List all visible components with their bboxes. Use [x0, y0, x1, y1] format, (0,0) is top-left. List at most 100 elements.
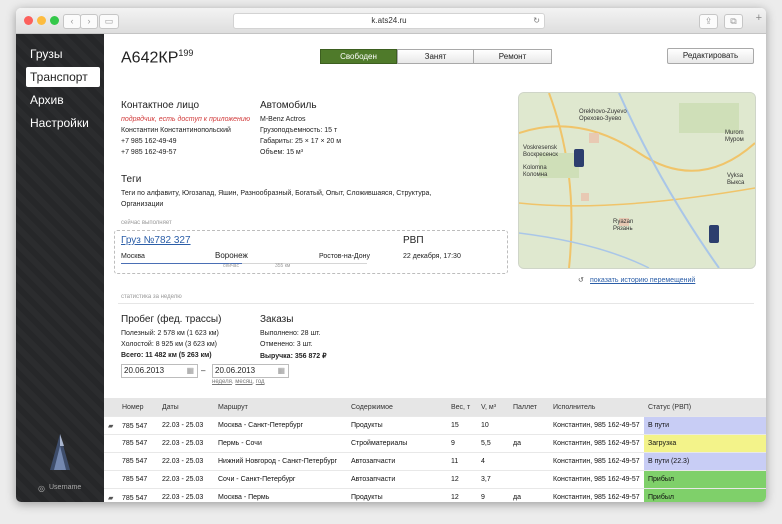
map-label: Выкса — [727, 180, 745, 186]
table-row[interactable]: 785 547 22.03 - 25.03 Сочи - Санкт-Петербу… — [104, 470, 766, 489]
cell-weight: 12 — [447, 488, 477, 502]
status-busy-button[interactable]: Занят — [397, 49, 474, 64]
page-title: А642КР199 — [121, 48, 193, 67]
sidebar-item-transport[interactable]: Транспорт — [26, 67, 100, 87]
table-row[interactable]: 785 547 22.03 - 25.03 Нижний Новгород - Са… — [104, 452, 766, 471]
table-row[interactable]: 785 547 22.03 - 25.03 Пермь - Сочи Строймат… — [104, 434, 766, 453]
orders-table: Номер Даты Маршрут Содержимое Вес, т V, … — [104, 398, 766, 502]
truck-marker-icon[interactable] — [574, 149, 584, 167]
col-weight[interactable]: Вес, т — [447, 398, 477, 417]
cell-number: 785 547 — [104, 452, 158, 471]
comment-icon[interactable]: ▰ — [108, 422, 122, 430]
date-from-value: 20.06.2013 — [124, 366, 165, 375]
cell-status: Прибыл — [644, 470, 766, 489]
table-row[interactable]: ▰ 785 547 22.03 - 25.03 Москва - Санкт-Пете… — [104, 416, 766, 435]
table-row[interactable]: ▰ 785 547 22.03 - 25.03 Москва - Пермь Проду… — [104, 488, 766, 502]
cell-dates: 22.03 - 25.03 — [158, 488, 214, 502]
mileage-total: Всего: 11 482 км (5 263 км) — [121, 352, 212, 359]
vehicle-title: Автомобиль — [260, 100, 317, 111]
map[interactable]: Orekhovo-Zuyevo Орехово-Зуево Voskresens… — [518, 92, 756, 269]
map-label: Коломна — [523, 172, 548, 178]
vehicle-capacity: Грузоподъемность: 15 т — [260, 127, 338, 134]
cell-route: Москва - Пермь — [214, 488, 347, 502]
cell-contents: Автозапчасти — [347, 452, 447, 471]
cell-pallet: да — [509, 434, 549, 453]
table-header: Номер Даты Маршрут Содержимое Вес, т V, … — [104, 398, 766, 417]
col-status[interactable]: Статус (РВП) — [644, 398, 766, 417]
close-window-icon[interactable] — [24, 16, 33, 25]
sidebar-toggle-icon[interactable]: ▭ — [99, 14, 119, 29]
cell-pallet — [509, 470, 549, 489]
back-icon[interactable]: ‹ — [63, 14, 81, 29]
user-icon[interactable]: ◎ — [38, 484, 45, 493]
map-label: Ryazan — [613, 219, 634, 225]
contact-note: подрядчик, есть доступ к приложению — [121, 116, 251, 123]
calendar-icon[interactable]: ▦ — [277, 365, 285, 377]
new-tab-icon[interactable]: + — [756, 12, 762, 24]
cell-status: В пути (22.3) — [644, 452, 766, 471]
map-label: Орехово-Зуево — [579, 116, 622, 122]
browser-window: ‹ › ▭ k.ats24.ru ↻ ⇪ ⧉ + Грузы Транспорт… — [16, 8, 766, 502]
vehicle-volume: Объем: 15 м³ — [260, 149, 304, 156]
sidebar-item-settings[interactable]: Настройки — [26, 113, 100, 133]
share-icon[interactable]: ⇪ — [699, 14, 718, 29]
route-line — [121, 263, 367, 264]
reload-icon[interactable]: ↻ — [533, 14, 540, 28]
cell-driver: Константин, 985 162-49-57 — [549, 488, 644, 502]
username[interactable]: Username — [49, 484, 81, 491]
edit-button[interactable]: Редактировать — [667, 48, 754, 64]
col-volume[interactable]: V, м³ — [477, 398, 509, 417]
tags-line-2: Организации — [121, 201, 164, 208]
history-icon[interactable]: ↺ — [578, 276, 584, 284]
status-repair-button[interactable]: Ремонт — [473, 49, 552, 64]
cell-route: Нижний Новгород - Санкт-Петербург — [214, 452, 347, 471]
row-number: 785 547 — [122, 422, 148, 430]
cell-driver: Константин, 985 162-49-57 — [549, 434, 644, 453]
preset-year[interactable]: год — [256, 379, 265, 385]
cell-dates: 22.03 - 25.03 — [158, 470, 214, 489]
preset-month[interactable]: месяц — [235, 379, 252, 385]
mileage-useful: Полезный: 2 578 км (1 623 км) — [121, 330, 219, 337]
map-label: Kolomna — [523, 165, 547, 171]
cell-contents: Продукты — [347, 416, 447, 435]
sidebar-item-cargo[interactable]: Грузы — [26, 44, 100, 64]
address-bar[interactable]: k.ats24.ru ↻ — [233, 13, 545, 29]
url-text: k.ats24.ru — [371, 16, 407, 25]
status-free-button[interactable]: Свободен — [320, 49, 397, 64]
row-number: 785 547 — [122, 476, 148, 483]
cell-pallet — [509, 416, 549, 435]
zoom-window-icon[interactable] — [50, 16, 59, 25]
cargo-link[interactable]: Груз №782 327 — [121, 235, 191, 246]
period-presets: неделя, месяц, год — [212, 379, 265, 385]
cell-contents: Стройматериалы — [347, 434, 447, 453]
forward-icon[interactable]: › — [80, 14, 98, 29]
col-contents[interactable]: Содержимое — [347, 398, 447, 417]
map-label: Муром — [725, 137, 744, 143]
col-route[interactable]: Маршрут — [214, 398, 347, 417]
history-link[interactable]: показать историю перемещений — [590, 277, 695, 284]
comment-icon[interactable]: ▰ — [108, 494, 122, 502]
map-label: Vyksa — [727, 173, 744, 179]
map-label: Воскресенск — [523, 152, 558, 158]
date-to-input[interactable]: 20.06.2013 ▦ — [212, 364, 289, 378]
contact-title: Контактное лицо — [121, 100, 200, 111]
cell-status: Загрузка — [644, 434, 766, 453]
truck-marker-icon[interactable] — [709, 225, 719, 243]
col-dates[interactable]: Даты — [158, 398, 214, 417]
mileage-title: Пробег (фед. трассы) — [121, 314, 222, 325]
date-from-input[interactable]: 20.06.2013 ▦ — [121, 364, 198, 378]
cell-pallet: да — [509, 488, 549, 502]
tabs-icon[interactable]: ⧉ — [724, 14, 743, 29]
minimize-window-icon[interactable] — [37, 16, 46, 25]
preset-week[interactable]: неделя — [212, 379, 232, 385]
col-number[interactable]: Номер — [104, 398, 158, 417]
orders-revenue: Выручка: 356 872 ₽ — [260, 353, 327, 360]
cell-weight: 11 — [447, 452, 477, 471]
calendar-icon[interactable]: ▦ — [186, 365, 194, 377]
col-pallet[interactable]: Паллет — [509, 398, 549, 417]
sidebar-item-archive[interactable]: Архив — [26, 90, 100, 110]
col-driver[interactable]: Исполнитель — [549, 398, 644, 417]
map-label: Orekhovo-Zuyevo — [579, 109, 627, 115]
cell-volume: 9 — [477, 488, 509, 502]
cell-dates: 22.03 - 25.03 — [158, 416, 214, 435]
